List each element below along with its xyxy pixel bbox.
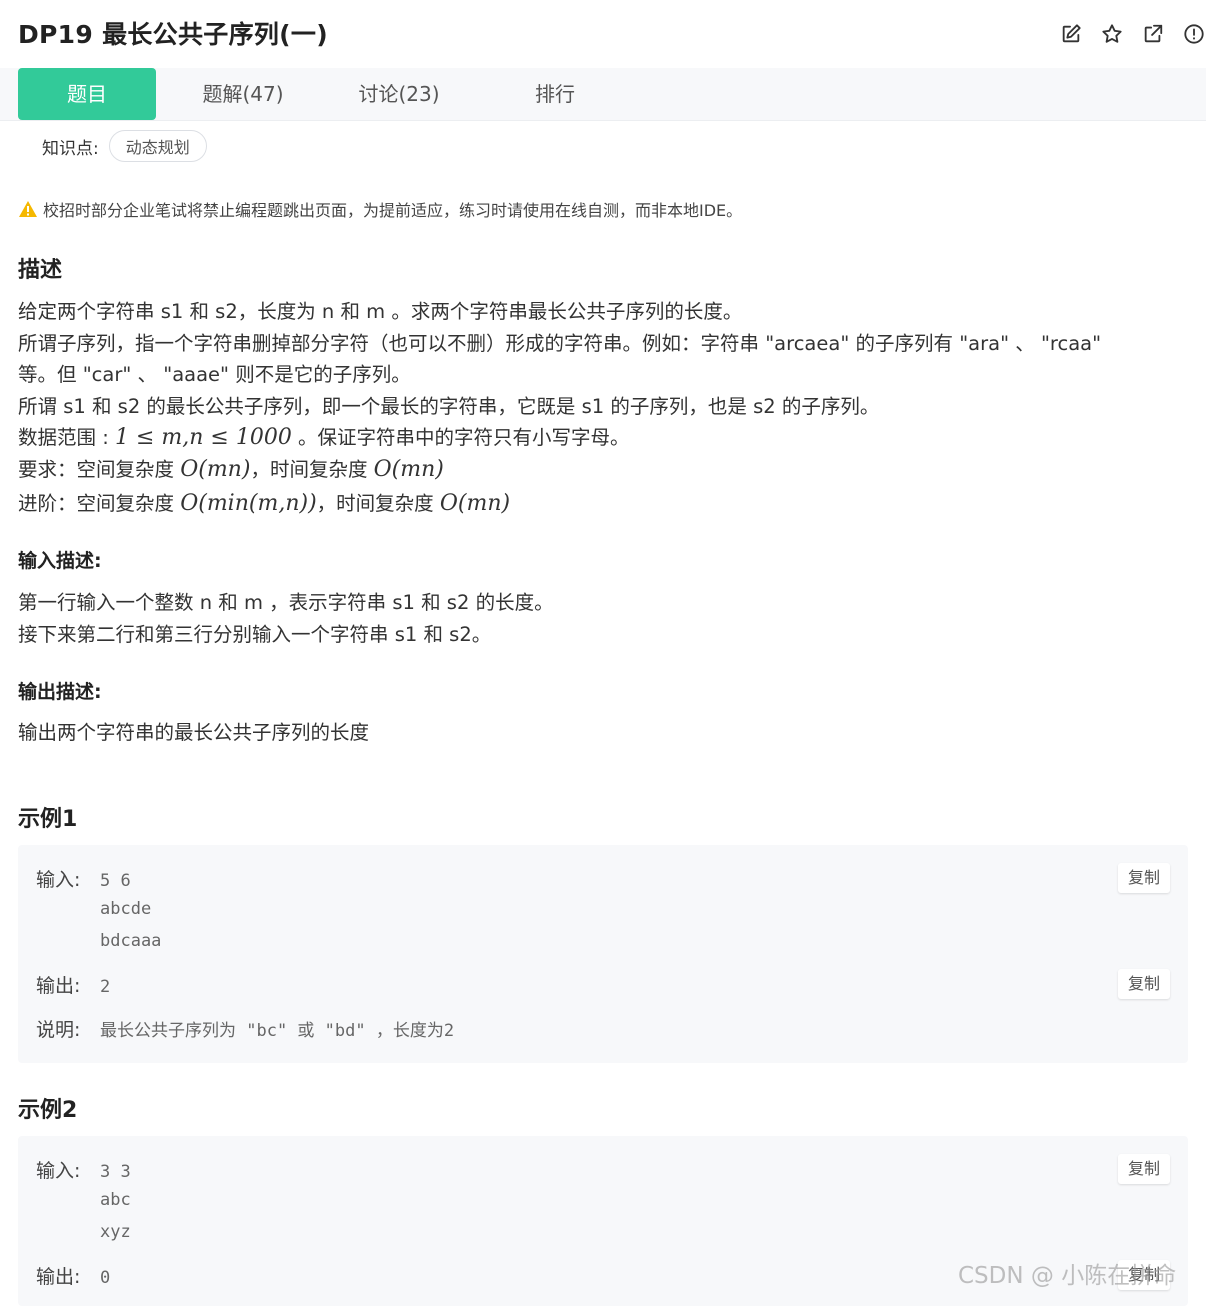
description-line: 所谓 s1 和 s2 的最长公共子序列，即一个最长的字符串，它既是 s1 的子序… [18,394,880,418]
example2-input: 输入: 3 3 [36,1156,131,1183]
share-icon[interactable] [1141,22,1165,46]
tab-discussion[interactable]: 讨论(23) [336,68,462,120]
knowledge-tag[interactable]: 动态规划 [108,130,207,162]
warning-notice: 校招时部分企业笔试将禁止编程题跳出页面，为提前适应，练习时请使用在线自测，而非本… [18,197,742,221]
explain-text: 最长公共子序列为 "bc" 或 "bd" ，长度为2 [100,1021,455,1041]
input-line: xyz [100,1222,131,1242]
warning-icon [19,201,37,217]
input-line: abc [100,1190,131,1210]
example1-box: 输入: 5 6 abcde bdcaaa 复制 输出: 2 复制 说明: 最长公共子序… [18,845,1188,1063]
adv-time-formula: O(mn) [439,491,511,516]
data-range-label: 数据范围 : [18,426,115,449]
input-desc-body: 第一行输入一个整数 n 和 m ，表示字符串 s1 和 s2 的长度。 接下来第… [18,587,554,650]
tab-solutions[interactable]: 题解(47) [180,68,306,120]
example1-input-line2: abcde [100,897,151,919]
example1-output: 输出: 2 [36,971,110,998]
output-desc-line: 输出两个字符串的最长公共子序列的长度 [18,721,370,744]
output-label: 输出: [36,975,81,997]
example1-heading: 示例1 [18,807,78,832]
time-complexity-formula: O(mn) [373,456,444,482]
tab-bar: 题目 题解(47) 讨论(23) 排行 [0,68,1206,121]
description-line: 所谓子序列，指一个字符串删掉部分字符（也可以不删）形成的字符串。例如：字符串 "… [18,331,1102,355]
tab-problem[interactable]: 题目 [18,68,156,120]
tab-ranking[interactable]: 排行 [510,68,600,120]
knowledge-label: 知识点: [42,138,99,159]
copy-input-button[interactable]: 复制 [1118,1154,1170,1184]
input-desc-heading: 输入描述: [18,550,102,572]
description-line: 给定两个字符串 s1 和 s2，长度为 n 和 m 。求两个字符串最长公共子序列… [18,300,743,323]
example2-output: 输出: 0 [36,1262,110,1289]
copy-input-button[interactable]: 复制 [1118,863,1170,893]
problem-title: DP19 最长公共子序列(一) [18,20,328,49]
description-heading: 描述 [18,258,63,283]
advanced-line: 进阶：空间复杂度 O(min(m,n))，时间复杂度 O(mn) [18,488,1101,520]
input-desc-line: 第一行输入一个整数 n 和 m ，表示字符串 s1 和 s2 的长度。 [18,591,554,614]
output-desc-body: 输出两个字符串的最长公共子序列的长度 [18,717,369,749]
data-range-formula: 1 ≤ m,n ≤ 1000 [114,425,292,450]
example2-input-line3: xyz [100,1220,131,1242]
requirement-line: 要求：空间复杂度 O(mn)，时间复杂度 O(mn) [18,454,1101,486]
time-complexity-label: ，时间复杂度 [250,457,374,481]
input-line: abcde [100,899,152,919]
explain-label: 说明: [36,1019,81,1041]
watermark: CSDN @ 小陈在拼命 [958,1263,1177,1289]
output-value: 2 [100,977,111,997]
space-complexity-formula: O(mn) [180,456,251,482]
adv-time-label: ，时间复杂度 [316,492,440,515]
description-body: 给定两个字符串 s1 和 s2，长度为 n 和 m 。求两个字符串最长公共子序列… [18,296,1101,520]
output-label: 输出: [36,1266,81,1288]
input-line: 5 6 [100,871,131,891]
example1-input: 输入: 5 6 [36,865,131,892]
copy-output-button[interactable]: 复制 [1118,969,1170,999]
input-label: 输入: [36,869,81,891]
adv-space-label: 进阶：空间复杂度 [18,492,181,515]
page-header: DP19 最长公共子序列(一) [18,14,1206,58]
star-icon[interactable] [1100,22,1124,46]
knowledge-points: 知识点: 动态规划 [42,130,207,162]
example2-input-line2: abc [100,1188,131,1210]
report-icon[interactable] [1182,22,1206,46]
example2-heading: 示例2 [18,1098,78,1123]
data-range-line: 数据范围 : 1 ≤ m,n ≤ 1000 。保证字符串中的字符只有小写字母。 [18,422,1101,454]
example1-explain: 说明: 最长公共子序列为 "bc" 或 "bd" ，长度为2 [36,1015,454,1042]
edit-icon[interactable] [1059,22,1083,46]
example1-input-line3: bdcaaa [100,929,161,951]
adv-space-formula: O(min(m,n)) [180,491,317,516]
data-range-note: 。保证字符串中的字符只有小写字母。 [291,426,630,449]
toolbar [1059,22,1206,46]
input-line: bdcaaa [100,931,162,951]
input-desc-line: 接下来第二行和第三行分别输入一个字符串 s1 和 s2。 [18,622,492,646]
output-value: 0 [100,1268,111,1288]
output-desc-heading: 输出描述: [18,681,102,703]
input-line: 3 3 [100,1162,131,1182]
warning-text: 校招时部分企业笔试将禁止编程题跳出页面，为提前适应，练习时请使用在线自测，而非本… [43,201,743,220]
space-complexity-label: 要求：空间复杂度 [18,457,181,481]
description-line: 等。但 "car" 、 "aaae" 则不是它的子序列。 [18,363,411,386]
input-label: 输入: [36,1160,81,1182]
